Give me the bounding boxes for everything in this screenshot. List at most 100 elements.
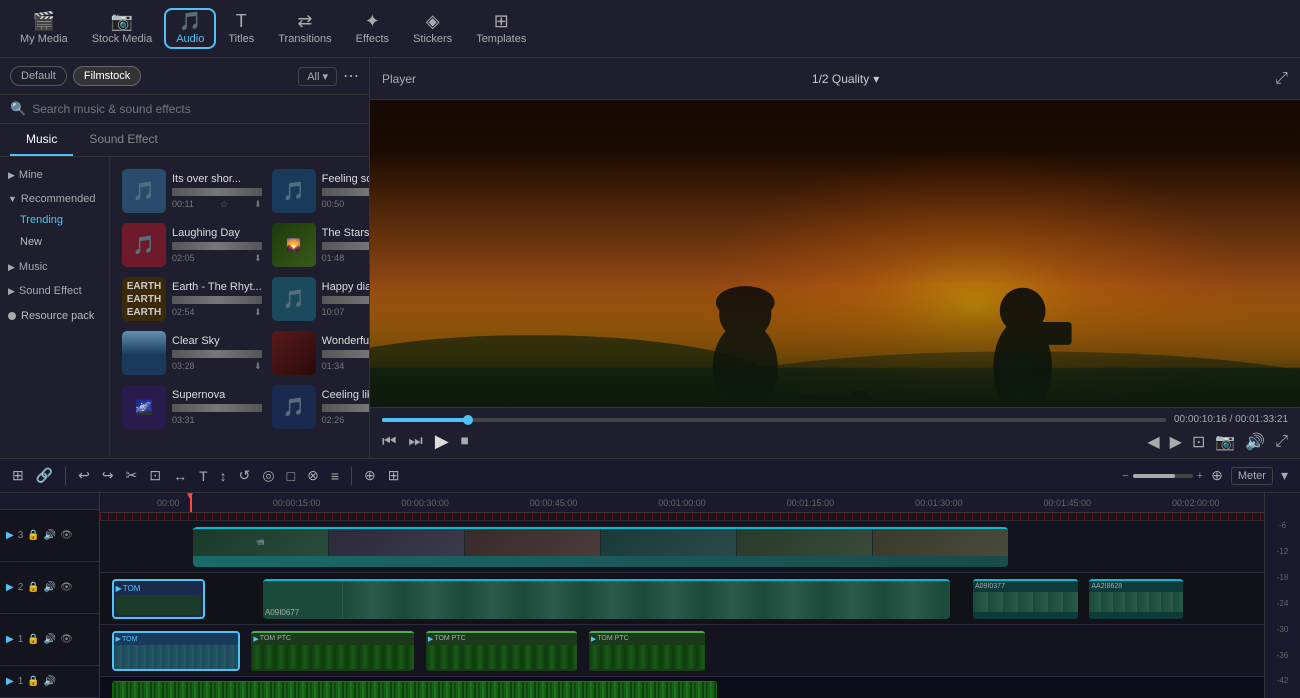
track2-main-clip[interactable]: A09I0677 bbox=[263, 579, 950, 619]
tl-transform-icon[interactable]: ↕ bbox=[216, 466, 231, 486]
track1-clip-3[interactable]: ▶TOM PTC bbox=[426, 631, 577, 671]
filter-more-icon[interactable]: ⋯ bbox=[343, 66, 359, 86]
nav-effects[interactable]: ✦ Effects bbox=[344, 8, 401, 49]
track2-clip-2[interactable]: A09I0377 bbox=[973, 579, 1078, 619]
sidebar-group-sound-effect-header[interactable]: ▶ Sound Effect bbox=[0, 281, 109, 301]
download-icon-4[interactable]: ⬇ bbox=[254, 361, 262, 372]
tl-crop-icon[interactable]: ↔ bbox=[169, 466, 191, 486]
tl-circle-icon[interactable]: ◎ bbox=[258, 465, 278, 486]
camera-icon[interactable]: 📷 bbox=[1215, 432, 1235, 452]
quality-selector[interactable]: 1/2 Quality ▾ bbox=[812, 72, 879, 86]
nav-audio[interactable]: 🎵 Audio bbox=[164, 8, 216, 49]
tl-layout-icon[interactable]: ⊞ bbox=[8, 465, 28, 486]
track3-lock-icon[interactable]: 🔒 bbox=[27, 530, 39, 541]
nav-transitions[interactable]: ⇄ Transitions bbox=[266, 8, 343, 49]
track1-eye-icon[interactable]: 👁 bbox=[60, 634, 73, 645]
filter-filmstock[interactable]: Filmstock bbox=[73, 66, 141, 86]
track-row-3[interactable]: 📹 bbox=[100, 521, 1264, 573]
track1-audio-icon[interactable]: 🔊 bbox=[44, 634, 56, 645]
bottom-track-lock-icon[interactable]: 🔒 bbox=[27, 676, 39, 687]
tl-add-icon[interactable]: ⊞ bbox=[384, 465, 404, 486]
bottom-track-audio-icon[interactable]: 🔊 bbox=[44, 676, 56, 687]
music-item-r2[interactable]: 🌄 The Stars Fall in-Al... 01:48 ⬇ bbox=[268, 219, 369, 271]
ruler-mark-75: 00:01:15:00 bbox=[746, 498, 874, 508]
music-item-r3[interactable]: 🎵 Happy diary 10:07 ⬇ bbox=[268, 273, 369, 325]
music-item-5[interactable]: 🌌 Supernova 03:31 bbox=[118, 381, 266, 433]
track2-clip-3[interactable]: AA2I8628 bbox=[1089, 579, 1182, 619]
tl-mask-icon[interactable]: □ bbox=[283, 466, 299, 486]
track3-audio-icon[interactable]: 🔊 bbox=[44, 530, 56, 541]
music-item-3[interactable]: EARTH EARTH EARTH Earth - The Rhyt... 02… bbox=[118, 273, 266, 325]
stop-btn[interactable]: ⏹ bbox=[461, 433, 469, 451]
tl-delete-icon[interactable]: ⊡ bbox=[145, 465, 165, 486]
tl-freeze-icon[interactable]: ≡ bbox=[327, 466, 343, 486]
download-icon-1[interactable]: ⬇ bbox=[254, 199, 262, 210]
music-item-r4[interactable]: Wonderful wedding 01:34 ⬇ bbox=[268, 327, 369, 379]
zoom-in-icon[interactable]: + bbox=[1197, 470, 1203, 482]
track1-video-icon: ▶ bbox=[6, 634, 14, 645]
track2-tom-clip[interactable]: ▶TOM bbox=[112, 579, 205, 619]
tl-add-track-icon[interactable]: ⊕ bbox=[1207, 465, 1227, 486]
track2-eye-icon[interactable]: 👁 bbox=[60, 582, 73, 593]
playhead[interactable] bbox=[190, 493, 192, 512]
sidebar-group-recommended-header[interactable]: ▼ Recommended bbox=[0, 189, 109, 209]
download-icon-3[interactable]: ⬇ bbox=[254, 307, 262, 318]
nav-stock-media[interactable]: 📷 Stock Media bbox=[80, 8, 165, 49]
track1-lock-icon[interactable]: 🔒 bbox=[27, 634, 39, 645]
nav-my-media[interactable]: 🎬 My Media bbox=[8, 8, 80, 49]
music-item-4[interactable]: Clear Sky 03:28 ⬇ bbox=[118, 327, 266, 379]
track3-clip[interactable]: 📹 bbox=[193, 527, 1008, 567]
tl-speed-icon[interactable]: ⊗ bbox=[303, 465, 323, 486]
track-audio-waveform[interactable] bbox=[112, 681, 717, 698]
skip-back-btn[interactable]: ⏮ bbox=[382, 433, 396, 451]
progress-bar[interactable] bbox=[382, 418, 1166, 422]
download-icon-2[interactable]: ⬇ bbox=[254, 253, 262, 264]
track-row-2[interactable]: ▶TOM A09I0677 bbox=[100, 573, 1264, 625]
tl-rotate-icon[interactable]: ↺ bbox=[235, 465, 255, 486]
screenshot-icon[interactable]: ⊡ bbox=[1192, 432, 1205, 452]
tl-snap-icon[interactable]: ⊕ bbox=[360, 465, 380, 486]
player-expand-icon[interactable]: ⤢ bbox=[1275, 70, 1288, 88]
next-frame-icon[interactable]: ▶ bbox=[1170, 432, 1182, 452]
track1-clip-1[interactable]: ▶TOM bbox=[112, 631, 240, 671]
nav-stickers[interactable]: ◈ Stickers bbox=[401, 8, 464, 49]
tl-redo-icon[interactable]: ↪ bbox=[98, 465, 118, 486]
step-back-btn[interactable]: ⏭ bbox=[408, 433, 422, 451]
music-item-2[interactable]: 🎵 Laughing Day 02:05 ⬇ bbox=[118, 219, 266, 271]
zoom-bar[interactable] bbox=[1133, 474, 1193, 478]
search-input[interactable] bbox=[32, 102, 359, 116]
sidebar-resource-pack[interactable]: Resource pack bbox=[0, 305, 109, 327]
sidebar-item-trending[interactable]: Trending bbox=[0, 209, 109, 231]
nav-templates[interactable]: ⊞ Templates bbox=[464, 8, 538, 49]
track1-clip-2[interactable]: ▶TOM PTC bbox=[251, 631, 414, 671]
tab-music[interactable]: Music bbox=[10, 124, 73, 156]
music-item-r1[interactable]: 🎵 Feeling so Well-Al... 00:50 ⬇ bbox=[268, 165, 369, 217]
sidebar-item-new[interactable]: New bbox=[0, 231, 109, 253]
tab-sound-effect[interactable]: Sound Effect bbox=[73, 124, 174, 156]
tl-link-icon[interactable]: 🔗 bbox=[32, 465, 57, 486]
music-item-r5[interactable]: 🎵 Ceeling like Ibiza 02:26 ⬇ bbox=[268, 381, 369, 433]
fullscreen-icon[interactable]: ⤢ bbox=[1275, 433, 1288, 451]
tl-undo-icon[interactable]: ↩ bbox=[74, 465, 94, 486]
track2-audio-icon[interactable]: 🔊 bbox=[44, 582, 56, 593]
track3-eye-icon[interactable]: 👁 bbox=[60, 530, 73, 541]
volume-icon[interactable]: 🔊 bbox=[1245, 432, 1265, 452]
track-row-audio[interactable] bbox=[100, 677, 1264, 698]
track-row-1[interactable]: ▶TOM ▶TOM PTC ▶TOM PTC bbox=[100, 625, 1264, 677]
sidebar-group-mine-header[interactable]: ▶ Mine bbox=[0, 165, 109, 185]
zoom-out-icon[interactable]: − bbox=[1122, 470, 1128, 482]
tl-cut-icon[interactable]: ✂ bbox=[122, 465, 142, 486]
music-item-1[interactable]: 🎵 Its over shor... 00:11 ☆ ⬇ bbox=[118, 165, 266, 217]
meter-dropdown-icon[interactable]: ▾ bbox=[1277, 465, 1292, 486]
meter-button[interactable]: Meter bbox=[1231, 467, 1273, 485]
prev-frame-icon[interactable]: ◀ bbox=[1147, 432, 1159, 452]
play-btn[interactable]: ▶ bbox=[435, 431, 449, 452]
tl-text-icon[interactable]: T bbox=[195, 466, 212, 486]
filter-default[interactable]: Default bbox=[10, 66, 67, 86]
filter-all-dropdown[interactable]: All ▾ bbox=[298, 67, 337, 86]
star-icon-1[interactable]: ☆ bbox=[220, 199, 228, 210]
nav-titles[interactable]: T Titles bbox=[216, 8, 266, 49]
sidebar-group-music-header[interactable]: ▶ Music bbox=[0, 257, 109, 277]
track2-lock-icon[interactable]: 🔒 bbox=[27, 582, 39, 593]
track1-clip-4[interactable]: ▶TOM PTC bbox=[589, 631, 705, 671]
